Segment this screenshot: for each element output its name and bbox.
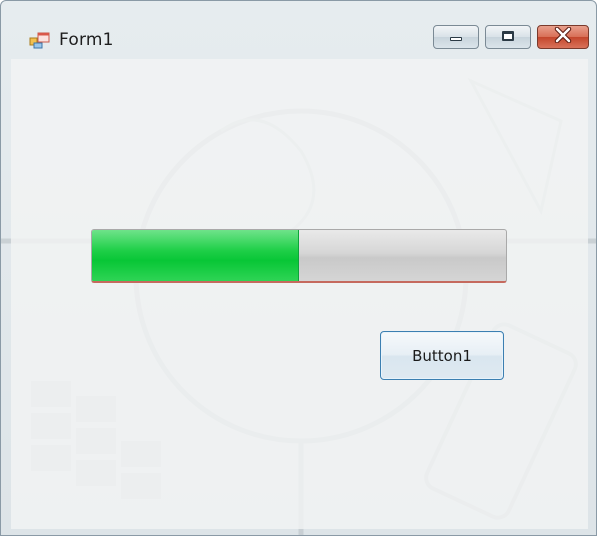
form-window: Form1 Button1 bbox=[0, 0, 597, 536]
maximize-button[interactable] bbox=[485, 25, 531, 49]
title-bar[interactable]: Form1 bbox=[1, 1, 596, 59]
close-button[interactable] bbox=[537, 25, 589, 49]
maximize-icon bbox=[499, 28, 517, 47]
window-title: Form1 bbox=[59, 30, 114, 50]
form-client-area bbox=[11, 59, 588, 529]
progress-bar bbox=[91, 229, 507, 283]
form-app-icon bbox=[29, 31, 51, 49]
close-icon bbox=[553, 26, 573, 47]
minimize-icon bbox=[447, 28, 465, 47]
minimize-button[interactable] bbox=[433, 25, 479, 49]
progress-bar-fill bbox=[92, 230, 299, 281]
button1[interactable]: Button1 bbox=[380, 331, 504, 380]
